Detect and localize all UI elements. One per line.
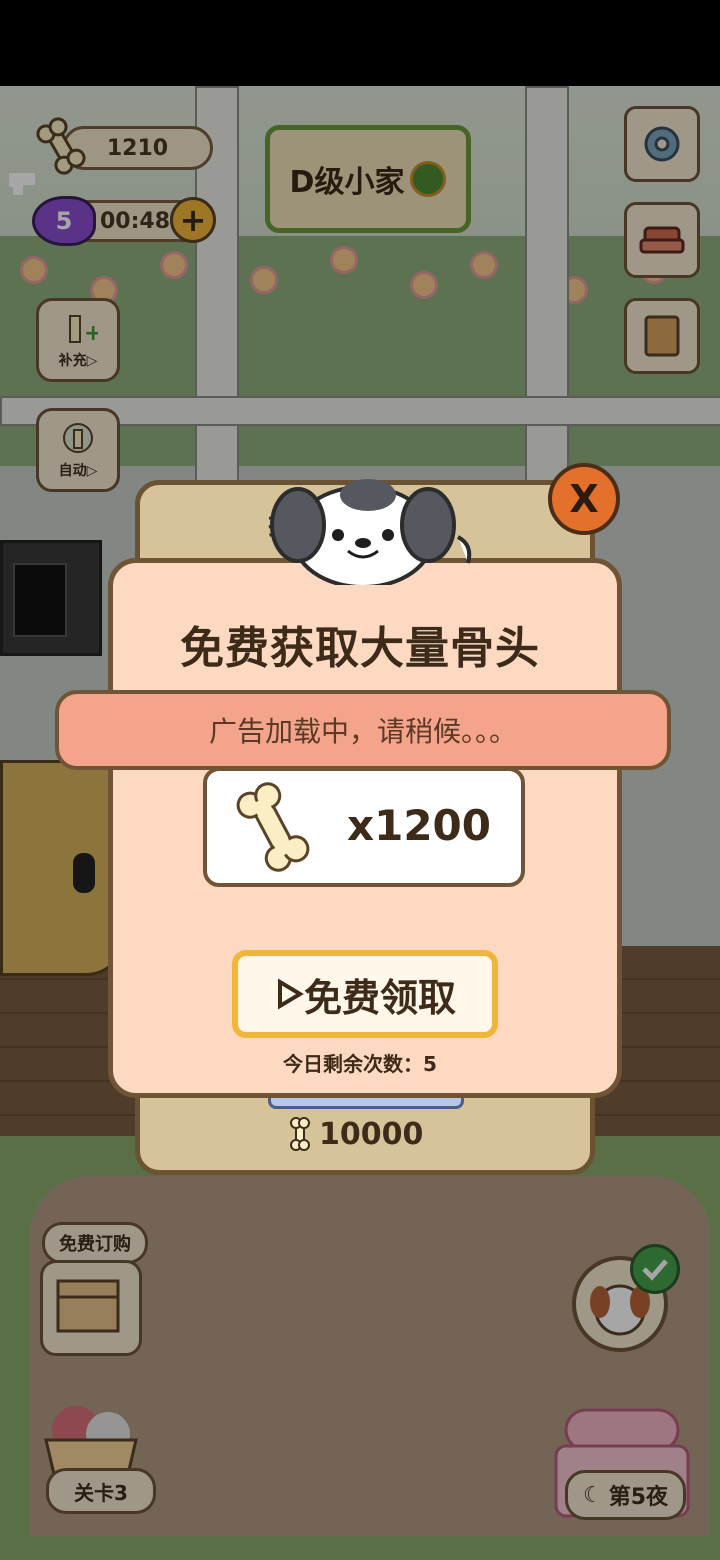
reward-card: x1200 [203, 767, 525, 887]
reward-amount: x1200 [347, 801, 491, 850]
free-claim-button[interactable]: 免费领取 [232, 950, 498, 1038]
dialog-title: 免费获取大量骨头 [180, 623, 540, 674]
price-value: 10000 [319, 1116, 424, 1152]
puppy-icon [268, 475, 483, 589]
bone-small-icon [290, 1117, 310, 1151]
claim-label: 免费领取 [303, 975, 456, 1020]
remaining-count: 今日剩余次数：5 [283, 1052, 437, 1076]
bone-icon [236, 782, 310, 872]
loading-banner: 广告加载中，请稍候。。。 [55, 690, 671, 770]
price-row: 10000 [285, 1115, 423, 1153]
close-icon: X [569, 477, 599, 521]
close-button[interactable]: X [548, 463, 620, 535]
loading-text: 广告加载中，请稍候。。。 [208, 715, 517, 748]
play-icon [277, 978, 304, 1010]
